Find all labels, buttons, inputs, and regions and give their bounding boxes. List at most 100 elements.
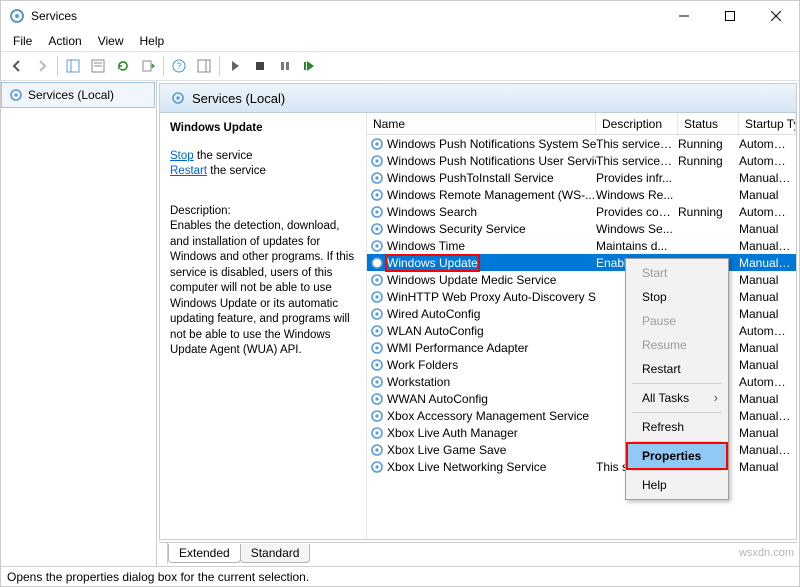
list-rows: Windows Push Notifications System Se...T… — [367, 135, 796, 475]
show-hide-tree-button[interactable] — [61, 54, 85, 78]
service-name: WinHTTP Web Proxy Auto-Discovery S... — [387, 290, 596, 304]
gear-icon — [369, 289, 385, 305]
gear-icon — [369, 374, 385, 390]
service-row[interactable]: Windows TimeMaintains d...Manual (Tr — [367, 237, 796, 254]
tab-standard[interactable]: Standard — [240, 544, 311, 563]
column-status[interactable]: Status — [678, 113, 739, 134]
restart-link[interactable]: Restart — [170, 165, 207, 177]
stop-service-button[interactable] — [248, 54, 272, 78]
service-name: Work Folders — [387, 358, 458, 372]
service-status: Running — [678, 154, 739, 168]
column-startup-type[interactable]: Startup Typ — [739, 113, 796, 134]
service-row[interactable]: Xbox Live Auth ManagerManual — [367, 424, 796, 441]
menu-file[interactable]: File — [5, 32, 40, 50]
back-button[interactable] — [5, 54, 29, 78]
stop-link[interactable]: Stop — [170, 150, 194, 162]
service-row[interactable]: Wired AutoConfigManual — [367, 305, 796, 322]
right-pane: Services (Local) Windows Update Stop the… — [159, 83, 797, 540]
service-row[interactable]: WMI Performance AdapterManual — [367, 339, 796, 356]
service-name: WLAN AutoConfig — [387, 324, 484, 338]
service-name: Workstation — [387, 375, 450, 389]
service-startup-type: Manual — [739, 358, 796, 372]
column-description[interactable]: Description — [596, 113, 678, 134]
tab-extended[interactable]: Extended — [168, 544, 241, 563]
minimize-button[interactable] — [661, 1, 707, 31]
service-row[interactable]: Windows Security ServiceWindows Se...Man… — [367, 220, 796, 237]
service-detail-panel: Windows Update Stop the service Restart … — [160, 113, 367, 539]
tree-node-services-local[interactable]: Services (Local) — [1, 82, 155, 108]
service-row[interactable]: Xbox Live Game SaveManual (Tr — [367, 441, 796, 458]
service-name: Windows Update — [385, 254, 480, 272]
menu-action[interactable]: Action — [40, 32, 89, 50]
forward-button[interactable] — [30, 54, 54, 78]
service-startup-type: Manual — [739, 307, 796, 321]
service-name: Xbox Accessory Management Service — [387, 409, 589, 423]
ctx-resume: Resume — [628, 333, 726, 357]
ctx-separator — [632, 470, 722, 471]
description-body: Enables the detection, download, and ins… — [170, 219, 358, 359]
close-button[interactable] — [753, 1, 799, 31]
help-toolbar-button[interactable]: ? — [167, 54, 191, 78]
service-row[interactable]: Windows Push Notifications User Servic..… — [367, 152, 796, 169]
ctx-all-tasks[interactable]: All Tasks — [628, 386, 726, 410]
service-row[interactable]: Windows PushToInstall ServiceProvides in… — [367, 169, 796, 186]
service-row[interactable]: Windows Update Medic ServiceManual — [367, 271, 796, 288]
view-tabs: Extended Standard — [159, 542, 797, 564]
service-startup-type: Automatic — [739, 205, 796, 219]
action-pane-button[interactable] — [192, 54, 216, 78]
service-row[interactable]: Workstation Automatic — [367, 373, 796, 390]
ctx-help[interactable]: Help — [628, 473, 726, 497]
service-description: Provides con... — [596, 205, 678, 219]
service-row[interactable]: Windows Remote Management (WS-...Windows… — [367, 186, 796, 203]
gear-icon — [369, 187, 385, 203]
gear-icon — [369, 357, 385, 373]
service-row[interactable]: Work Folders Manual — [367, 356, 796, 373]
ctx-restart[interactable]: Restart — [628, 357, 726, 381]
service-row[interactable]: Windows SearchProvides con...RunningAuto… — [367, 203, 796, 220]
column-name[interactable]: Name — [367, 113, 596, 134]
export-list-button[interactable] — [136, 54, 160, 78]
service-name: Windows Security Service — [387, 222, 526, 236]
menu-help[interactable]: Help — [132, 32, 173, 50]
service-startup-type: Manual — [739, 188, 796, 202]
service-startup-type: Manual — [739, 222, 796, 236]
refresh-button[interactable] — [111, 54, 135, 78]
service-row[interactable]: WWAN AutoConfig Manual — [367, 390, 796, 407]
service-startup-type: Manual — [739, 426, 796, 440]
properties-toolbar-button[interactable] — [86, 54, 110, 78]
service-name: Xbox Live Networking Service — [387, 460, 546, 474]
ctx-properties[interactable]: Properties — [628, 444, 726, 468]
service-row[interactable]: WinHTTP Web Proxy Auto-Discovery S...Man… — [367, 288, 796, 305]
service-name: WWAN AutoConfig — [387, 392, 488, 406]
menu-view[interactable]: View — [90, 32, 132, 50]
service-list-panel: Name Description Status Startup Typ Wind… — [367, 113, 796, 539]
service-startup-type: Manual (Tr — [739, 239, 796, 253]
pause-service-button[interactable] — [273, 54, 297, 78]
service-startup-type: Automatic — [739, 375, 796, 389]
statusbar: Opens the properties dialog box for the … — [1, 566, 799, 586]
ctx-separator — [632, 412, 722, 413]
maximize-button[interactable] — [707, 1, 753, 31]
ctx-stop[interactable]: Stop — [628, 285, 726, 309]
service-row[interactable]: Xbox Accessory Management ServiceManual … — [367, 407, 796, 424]
ctx-refresh[interactable]: Refresh — [628, 415, 726, 439]
service-row[interactable]: WLAN AutoConfigAutomatic — [367, 322, 796, 339]
gear-icon — [369, 425, 385, 441]
restart-service-button[interactable] — [298, 54, 322, 78]
stop-suffix: the service — [194, 150, 253, 162]
service-startup-type: Manual — [739, 392, 796, 406]
statusbar-text: Opens the properties dialog box for the … — [7, 570, 309, 584]
service-row[interactable]: Windows Push Notifications System Se...T… — [367, 135, 796, 152]
left-tree-pane: Services (Local) — [1, 81, 157, 566]
start-service-button[interactable] — [223, 54, 247, 78]
gear-icon — [369, 170, 385, 186]
gear-icon — [369, 255, 385, 271]
service-row[interactable]: Windows UpdateEnables the ...RunningManu… — [367, 254, 796, 271]
titlebar: Services — [1, 1, 799, 31]
gear-icon — [369, 221, 385, 237]
service-row[interactable]: Xbox Live Networking ServiceThis service… — [367, 458, 796, 475]
service-name: Windows PushToInstall Service — [387, 171, 554, 185]
service-name: WMI Performance Adapter — [387, 341, 528, 355]
service-startup-type: Manual — [739, 460, 796, 474]
service-startup-type: Automatic — [739, 154, 796, 168]
